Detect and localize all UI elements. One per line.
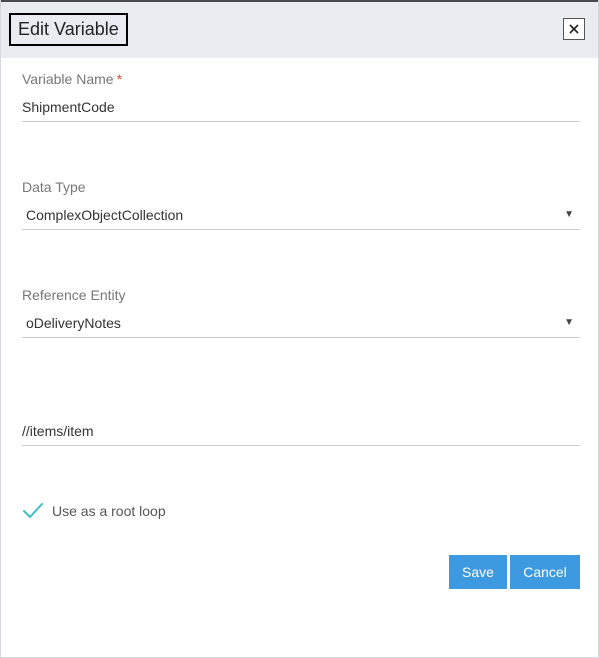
edit-variable-dialog: Edit Variable Variable Name * ShipmentCod… [0,0,599,658]
close-icon [569,24,579,34]
path-input[interactable]: //items/item [22,416,580,446]
variable-name-label: Variable Name * [22,71,123,87]
caret-down-icon: ▼ [564,317,574,328]
close-button[interactable] [563,18,585,40]
caret-down-icon: ▼ [564,209,574,220]
checkmark-icon [23,503,43,518]
variable-name-input[interactable]: ShipmentCode [22,92,580,122]
dialog-title: Edit Variable [9,13,128,46]
data-type-label: Data Type [22,179,86,195]
cancel-button[interactable]: Cancel [510,555,580,589]
data-type-value: ComplexObjectCollection [26,207,184,223]
path-value: //items/item [22,423,94,439]
reference-entity-value: oDeliveryNotes [26,315,121,331]
required-mark: * [116,71,123,87]
dialog-header: Edit Variable [1,0,598,58]
variable-name-value: ShipmentCode [22,99,115,115]
data-type-select[interactable]: ComplexObjectCollection ▼ [22,200,580,230]
save-button[interactable]: Save [449,555,507,589]
root-loop-checkbox[interactable]: Use as a root loop [22,499,166,523]
reference-entity-select[interactable]: oDeliveryNotes ▼ [22,308,580,338]
reference-entity-label: Reference Entity [22,287,126,303]
root-loop-label: Use as a root loop [52,503,166,519]
